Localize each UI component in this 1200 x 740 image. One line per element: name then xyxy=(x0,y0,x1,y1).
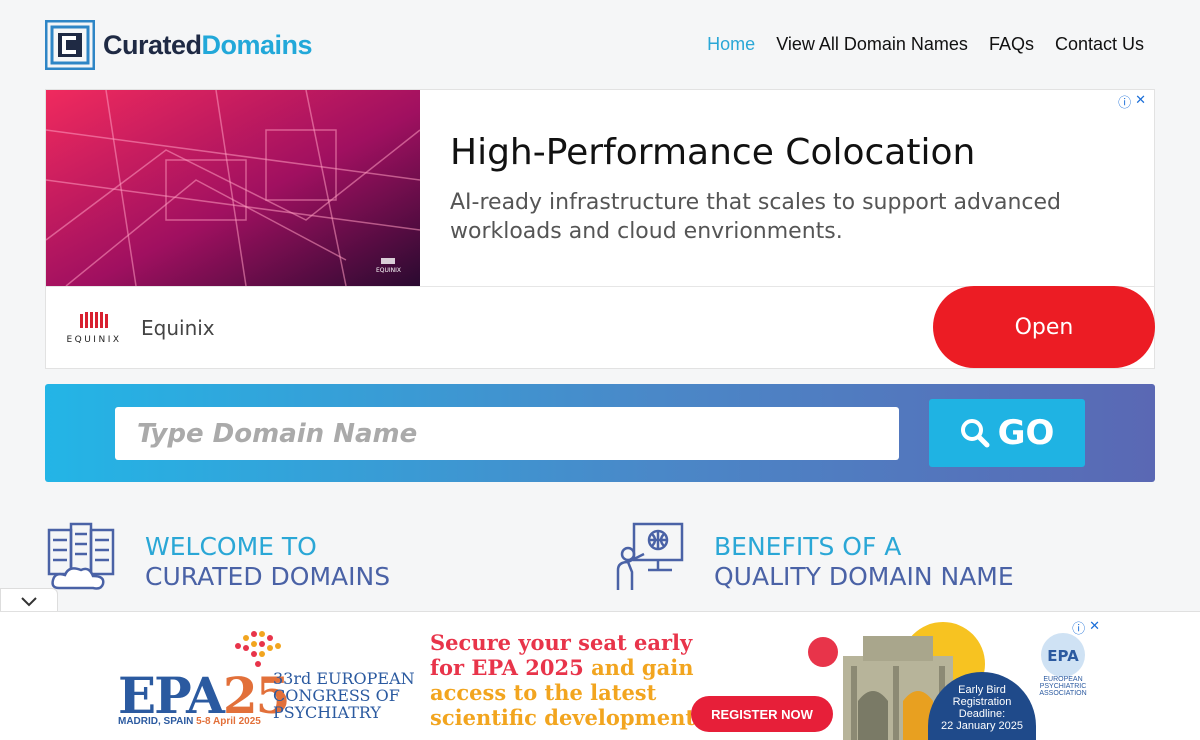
feature-benefits: Benefits of a Quality Domain Name xyxy=(614,520,1014,592)
ad-choices[interactable]: ⓘ ✕ xyxy=(1118,92,1146,111)
ad-open-button[interactable]: Open xyxy=(933,286,1155,368)
ad-artwork: EQUINIX xyxy=(46,90,420,286)
collapse-ad-tab[interactable] xyxy=(0,588,58,612)
epa-congress-name: 33rd EUROPEAN CONGRESS OF PSYCHIATRY xyxy=(273,669,415,722)
feature-welcome-title: Welcome to Curated Domains xyxy=(145,532,391,591)
close-icon[interactable]: ✕ xyxy=(1089,618,1100,637)
ad-brand-name[interactable]: Equinix xyxy=(141,316,215,340)
feature-benefits-title: Benefits of a Quality Domain Name xyxy=(714,532,1014,591)
nav-faqs[interactable]: FAQs xyxy=(989,34,1034,55)
go-button[interactable]: GO xyxy=(929,399,1085,467)
chevron-down-icon xyxy=(21,597,37,607)
bottom-ad-choices[interactable]: ⓘ ✕ xyxy=(1072,618,1100,637)
ad-description[interactable]: AI-ready infrastructure that scales to s… xyxy=(450,188,1070,246)
epa-association-name: EUROPEAN PSYCHIATRIC ASSOCIATION xyxy=(1039,676,1087,697)
epa-headline[interactable]: Secure your seat early for EPA 2025 and … xyxy=(430,630,693,680)
svg-text:EQUINIX: EQUINIX xyxy=(66,335,121,345)
bottom-ad-bar: EPA25 MADRID, SPAIN 5-8 April 2025 33rd … xyxy=(0,611,1200,740)
info-icon[interactable]: ⓘ xyxy=(1072,618,1085,637)
server-cloud-icon xyxy=(47,522,115,590)
epa-ad[interactable]: EPA25 MADRID, SPAIN 5-8 April 2025 33rd … xyxy=(98,616,1102,740)
logo-mark-icon xyxy=(45,20,95,70)
close-icon[interactable]: ✕ xyxy=(1135,92,1146,111)
presenter-globe-icon xyxy=(616,522,684,590)
top-ad[interactable]: EQUINIX ⓘ ✕ High-Performance Colocation … xyxy=(45,89,1155,369)
feature-welcome: Welcome to Curated Domains xyxy=(45,520,390,592)
epa-location: MADRID, SPAIN 5-8 April 2025 xyxy=(118,716,261,727)
domain-search-input[interactable] xyxy=(115,407,899,460)
svg-text:EPA: EPA xyxy=(1047,647,1079,665)
logo-text: CuratedDomains xyxy=(103,29,313,60)
epa-subheadline[interactable]: access to the latest scientific developm… xyxy=(430,680,707,730)
nav-home[interactable]: Home xyxy=(707,34,755,55)
site-logo[interactable]: CuratedDomains xyxy=(45,20,313,70)
info-icon[interactable]: ⓘ xyxy=(1118,92,1131,111)
main-nav: Home View All Domain Names FAQs Contact … xyxy=(707,34,1144,55)
site-header: CuratedDomains Home View All Domain Name… xyxy=(0,0,1200,88)
domain-search-bar: GO xyxy=(45,384,1155,482)
go-button-label: GO xyxy=(997,413,1055,453)
search-icon xyxy=(960,419,990,448)
equinix-logo-icon[interactable]: EQUINIX xyxy=(58,310,130,346)
ad-title[interactable]: High-Performance Colocation xyxy=(450,132,975,173)
epa-association-logo-icon: EPA xyxy=(1041,633,1085,677)
nav-contact-us[interactable]: Contact Us xyxy=(1055,34,1144,55)
ad-image[interactable]: EQUINIX xyxy=(46,90,420,286)
nav-view-all-domain-names[interactable]: View All Domain Names xyxy=(776,34,968,55)
ad-image-logo-text: EQUINIX xyxy=(376,267,401,274)
